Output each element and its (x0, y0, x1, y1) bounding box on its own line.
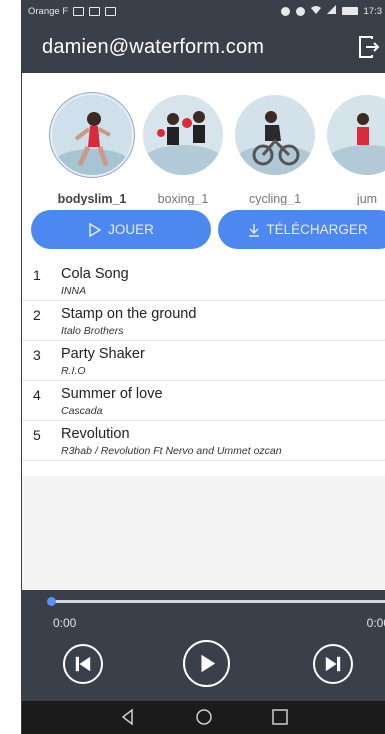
clock: 17:3 (363, 5, 383, 17)
signal-icon (326, 5, 336, 17)
recent-apps-icon[interactable] (270, 707, 290, 727)
system-nav-bar (22, 701, 385, 734)
back-icon[interactable] (118, 707, 138, 727)
track-title: Revolution (61, 426, 130, 442)
status-left: Orange F (28, 5, 117, 17)
play-button[interactable] (183, 640, 230, 687)
track-number: 1 (33, 267, 41, 283)
carrier-name: Orange F (28, 5, 69, 17)
play-outline-icon (89, 222, 102, 237)
track-artist: R.I.O (61, 365, 86, 377)
phone-screen: Orange F 17:3 damien@waterform.com bodys… (21, 0, 385, 734)
download-button[interactable]: TÉLÉCHARGER (218, 210, 385, 249)
action-bar: JOUER TÉLÉCHARGER (22, 205, 385, 261)
track-artist: INNA (61, 285, 87, 297)
current-time: 0:00 (53, 616, 77, 630)
status-bar: Orange F 17:3 (22, 0, 385, 22)
play-playlist-button[interactable]: JOUER (31, 210, 211, 249)
track-row[interactable]: 2 Stamp on the ground Italo Brothers (22, 301, 385, 341)
download-button-label: TÉLÉCHARGER (266, 222, 368, 237)
download-icon (249, 223, 260, 237)
track-artist: Cascada (61, 405, 103, 417)
track-artist: Italo Brothers (61, 325, 124, 337)
alarm-icon (295, 6, 305, 16)
track-artist: R3hab / Revolution Ft Nervo and Ummet oz… (61, 445, 282, 457)
track-number: 3 (33, 347, 41, 363)
track-title: Party Shaker (61, 346, 145, 362)
audio-player: 0:00 0:00 (22, 590, 385, 701)
playlist-name: jum (356, 192, 378, 205)
seek-handle[interactable] (47, 597, 56, 606)
playlist-thumbnail (52, 95, 132, 175)
logout-icon[interactable] (358, 35, 380, 59)
previous-track-button[interactable] (63, 644, 103, 684)
track-row[interactable]: 5 Revolution R3hab / Revolution Ft Nervo… (22, 421, 385, 461)
track-title: Stamp on the ground (61, 306, 197, 322)
playlist-name: bodyslim_1 (57, 192, 127, 205)
photo-icon (105, 6, 117, 16)
track-number: 4 (33, 387, 41, 403)
playlist-item-cycling[interactable]: cycling_1 (230, 95, 320, 205)
next-track-button[interactable] (313, 644, 353, 684)
home-icon[interactable] (194, 707, 214, 727)
play-icon (201, 654, 216, 673)
track-number: 2 (33, 307, 41, 323)
app-header: damien@waterform.com (22, 22, 385, 73)
skip-previous-icon (75, 656, 91, 672)
seek-bar[interactable] (51, 600, 385, 603)
playlist-thumbnail (235, 95, 315, 175)
track-row[interactable]: 1 Cola Song INNA (22, 261, 385, 301)
track-number: 5 (33, 427, 41, 443)
playlist-name: boxing_1 (157, 192, 209, 205)
gallery-icon (73, 6, 85, 16)
playlist-item-bodyslim[interactable]: bodyslim_1 (47, 95, 137, 205)
battery-icon (341, 7, 358, 15)
do-not-disturb-icon (280, 6, 290, 16)
status-right: 17:3 (280, 0, 383, 22)
total-time: 0:00 (366, 616, 385, 630)
playlist-item-jump[interactable]: jum (322, 95, 385, 205)
track-row[interactable]: 3 Party Shaker R.I.O (22, 341, 385, 381)
playlist-item-boxing[interactable]: boxing_1 (138, 95, 228, 205)
playlist-name: cycling_1 (248, 192, 302, 205)
track-title: Cola Song (61, 266, 129, 282)
notification-icon (89, 6, 101, 16)
playlist-carousel[interactable]: bodyslim_1 boxing_1 cycling_1 jum (22, 73, 385, 205)
account-email: damien@waterform.com (42, 36, 265, 58)
list-end-spacer (22, 461, 385, 476)
track-list: 1 Cola Song INNA 2 Stamp on the ground I… (22, 261, 385, 476)
playlist-thumbnail (327, 95, 385, 175)
wifi-icon (310, 5, 321, 17)
play-button-label: JOUER (108, 222, 154, 237)
track-row[interactable]: 4 Summer of love Cascada (22, 381, 385, 421)
playlist-thumbnail (143, 95, 223, 175)
track-title: Summer of love (61, 386, 163, 402)
skip-next-icon (325, 656, 341, 672)
